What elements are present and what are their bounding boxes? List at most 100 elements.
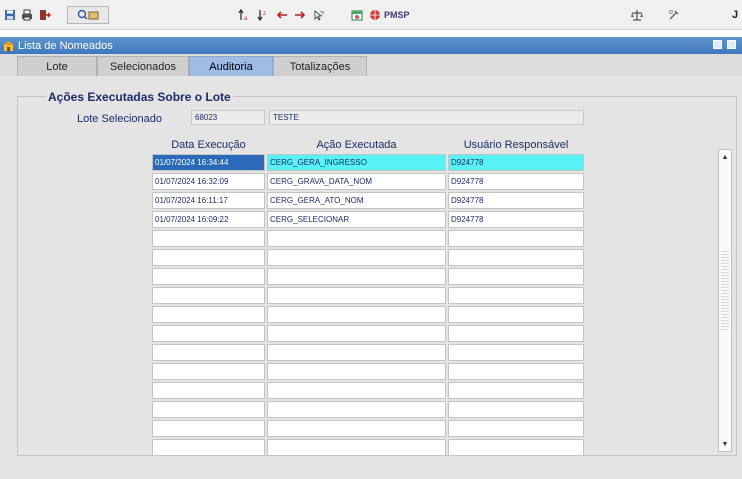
cell-date[interactable]: [152, 382, 265, 399]
cell-user[interactable]: [448, 325, 584, 342]
table-row[interactable]: [152, 401, 584, 418]
tab-lote[interactable]: Lote: [17, 56, 97, 76]
cell-action[interactable]: [267, 420, 446, 437]
table-row[interactable]: 01/07/2024 16:09:22 CERG_SELECIONAR D92477…: [152, 211, 584, 228]
cell-user[interactable]: D924778: [448, 211, 584, 228]
query-icon[interactable]: [67, 6, 109, 24]
table-row[interactable]: [152, 439, 584, 456]
cell-date[interactable]: [152, 401, 265, 418]
table-row[interactable]: [152, 230, 584, 247]
toolbar: a z ? PMSP J: [0, 0, 742, 30]
window-title: Lista de Nomeados: [18, 39, 113, 52]
table-row[interactable]: [152, 287, 584, 304]
cell-user[interactable]: D924778: [448, 173, 584, 190]
cell-action[interactable]: CERG_GERA_INGRESSO: [267, 154, 446, 171]
cell-date[interactable]: [152, 268, 265, 285]
table-row[interactable]: [152, 382, 584, 399]
cell-user[interactable]: [448, 382, 584, 399]
cell-action[interactable]: [267, 230, 446, 247]
restore-icon[interactable]: [727, 40, 736, 49]
scroll-up-icon[interactable]: ▲: [719, 151, 731, 163]
lote-selected-label: Lote Selecionado: [77, 113, 163, 125]
table-row[interactable]: [152, 268, 584, 285]
arrow-left-icon[interactable]: [274, 6, 290, 24]
cell-date[interactable]: 01/07/2024 16:11:17: [152, 192, 265, 209]
tab-selecionados[interactable]: Selecionados: [97, 56, 189, 76]
print-icon[interactable]: [20, 6, 34, 24]
cell-date[interactable]: [152, 306, 265, 323]
cell-user[interactable]: [448, 230, 584, 247]
cell-date[interactable]: [152, 325, 265, 342]
cell-date[interactable]: [152, 439, 265, 456]
cell-user[interactable]: [448, 420, 584, 437]
cell-user[interactable]: [448, 363, 584, 380]
globe-icon: [370, 10, 380, 20]
cell-user[interactable]: [448, 401, 584, 418]
cell-date[interactable]: 01/07/2024 16:09:22: [152, 211, 265, 228]
vertical-scrollbar[interactable]: ▲ ▼: [718, 149, 732, 452]
cell-user[interactable]: [448, 344, 584, 361]
table-row[interactable]: [152, 363, 584, 380]
cell-action[interactable]: [267, 268, 446, 285]
help-icon[interactable]: ?: [311, 6, 327, 24]
svg-text:z: z: [263, 11, 266, 17]
table-row[interactable]: [152, 306, 584, 323]
cell-action[interactable]: CERG_GRAVA_DATA_NOM: [267, 173, 446, 190]
arrow-right-icon[interactable]: [292, 6, 308, 24]
cell-action[interactable]: CERG_GERA_ATO_NOM: [267, 192, 446, 209]
cell-action[interactable]: [267, 363, 446, 380]
lote-description-field[interactable]: TESTE: [269, 110, 584, 125]
scale-icon[interactable]: [629, 6, 645, 24]
cell-date[interactable]: [152, 344, 265, 361]
cell-date[interactable]: [152, 420, 265, 437]
lote-number-field[interactable]: 68023: [191, 110, 265, 125]
table-row[interactable]: 01/07/2024 16:11:17 CERG_GERA_ATO_NOM D924…: [152, 192, 584, 209]
cell-user[interactable]: D924778: [448, 154, 584, 171]
cell-date[interactable]: 01/07/2024 16:32:09: [152, 173, 265, 190]
scroll-down-icon[interactable]: ▼: [719, 438, 731, 450]
auditoria-panel: Ações Executadas Sobre o Lote Lote Selec…: [0, 76, 742, 479]
tab-auditoria[interactable]: Auditoria: [189, 56, 273, 76]
column-header-action: Ação Executada: [316, 139, 397, 151]
cell-action[interactable]: [267, 382, 446, 399]
cell-date[interactable]: [152, 287, 265, 304]
pmsp-button[interactable]: PMSP: [369, 6, 431, 24]
save-icon[interactable]: [3, 6, 17, 24]
cell-date[interactable]: [152, 230, 265, 247]
exit-icon[interactable]: [37, 6, 53, 24]
cell-action[interactable]: [267, 306, 446, 323]
minimize-icon[interactable]: [713, 40, 722, 49]
tab-strip: Lote Selecionados Auditoria Totalizações: [0, 54, 742, 76]
table-row[interactable]: 01/07/2024 16:32:09 CERG_GRAVA_DATA_NOM D9…: [152, 173, 584, 190]
cell-action[interactable]: CERG_SELECIONAR: [267, 211, 446, 228]
cell-date[interactable]: 01/07/2024 16:34:44: [152, 154, 265, 171]
cell-user[interactable]: [448, 306, 584, 323]
table-row[interactable]: [152, 249, 584, 266]
cell-date[interactable]: [152, 363, 265, 380]
cell-action[interactable]: [267, 439, 446, 456]
tools-icon[interactable]: [664, 6, 684, 24]
cell-action[interactable]: [267, 249, 446, 266]
j-icon[interactable]: J: [728, 6, 742, 24]
cell-action[interactable]: [267, 344, 446, 361]
cell-action[interactable]: [267, 287, 446, 304]
cell-user[interactable]: [448, 287, 584, 304]
cell-user[interactable]: [448, 439, 584, 456]
cell-action[interactable]: [267, 401, 446, 418]
calendar-icon[interactable]: [349, 6, 365, 24]
table-row[interactable]: [152, 325, 584, 342]
svg-text:?: ?: [320, 11, 324, 18]
column-header-user: Usuário Responsável: [463, 139, 569, 151]
cell-user[interactable]: [448, 268, 584, 285]
scroll-grip[interactable]: [721, 250, 729, 330]
cell-date[interactable]: [152, 249, 265, 266]
sort-down-icon[interactable]: z: [255, 6, 271, 24]
cell-user[interactable]: D924778: [448, 192, 584, 209]
table-row[interactable]: 01/07/2024 16:34:44 CERG_GERA_INGRESSO D92…: [152, 154, 584, 171]
table-row[interactable]: [152, 344, 584, 361]
tab-totalizacoes[interactable]: Totalizações: [273, 56, 367, 76]
cell-user[interactable]: [448, 249, 584, 266]
sort-up-icon[interactable]: a: [236, 6, 252, 24]
table-row[interactable]: [152, 420, 584, 437]
cell-action[interactable]: [267, 325, 446, 342]
